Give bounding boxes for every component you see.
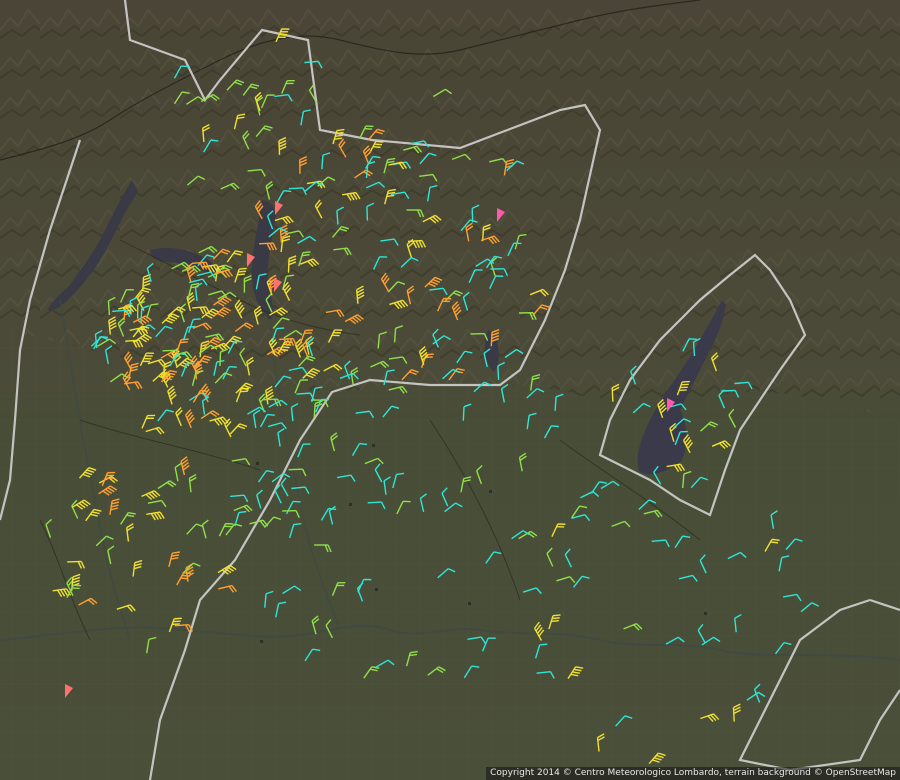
po-plain-fields — [0, 330, 900, 780]
map-canvas[interactable] — [0, 0, 900, 780]
copyright-attribution: Copyright 2014 © Centro Meteorologico Lo… — [486, 767, 900, 780]
wind-map[interactable]: Copyright 2014 © Centro Meteorologico Lo… — [0, 0, 900, 780]
alpine-relief — [0, 0, 900, 420]
